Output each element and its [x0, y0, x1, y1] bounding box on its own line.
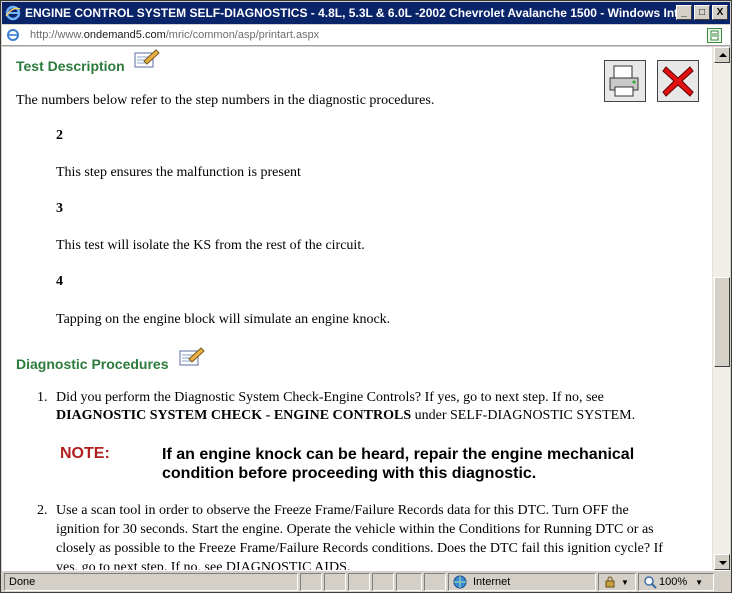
protected-mode-button[interactable]: ▼ — [598, 573, 636, 591]
scroll-thumb[interactable] — [714, 277, 730, 367]
maximize-button[interactable]: □ — [694, 5, 710, 20]
vertical-scrollbar[interactable] — [712, 47, 730, 570]
zoom-control[interactable]: 100% ▼ — [638, 573, 714, 591]
browser-window: ENGINE CONTROL SYSTEM SELF-DIAGNOSTICS -… — [0, 0, 732, 593]
chevron-down-icon: ▼ — [621, 577, 629, 587]
procedure-number: 2. — [37, 503, 48, 518]
status-panel — [324, 573, 346, 591]
note-text: condition before proceeding with this di… — [162, 465, 537, 482]
zone-label: Internet — [473, 576, 511, 588]
close-button[interactable]: X — [712, 5, 728, 20]
lock-icon — [603, 575, 617, 589]
window-title: ENGINE CONTROL SYSTEM SELF-DIAGNOSTICS -… — [25, 6, 687, 20]
zoom-icon — [643, 575, 657, 589]
printer-icon[interactable] — [604, 60, 646, 102]
procedure-text: closely as possible to the Freeze Frame/… — [56, 541, 663, 556]
page-content: Test Description The numbers below refer… — [2, 47, 712, 570]
title-bar[interactable]: ENGINE CONTROL SYSTEM SELF-DIAGNOSTICS -… — [2, 2, 730, 24]
chevron-down-icon: ▼ — [695, 577, 704, 587]
step-text: This step ensures the malfunction is pre… — [56, 165, 301, 180]
notepad-pencil-icon — [179, 345, 205, 367]
procedure-text: Use a scan tool in order to observe the … — [56, 503, 629, 518]
note-label: NOTE: — [60, 445, 110, 462]
status-panel — [372, 573, 394, 591]
zoom-level: 100% — [659, 576, 688, 588]
status-panel — [424, 573, 446, 591]
step-text: Tapping on the engine block will simulat… — [56, 312, 391, 327]
procedure-number: 1. — [37, 390, 48, 405]
address-bar[interactable]: http://www.ondemand5.com/mric/common/asp… — [2, 25, 730, 46]
scroll-down-button[interactable] — [714, 554, 730, 570]
globe-icon — [453, 575, 467, 589]
internet-explorer-icon — [5, 5, 21, 21]
procedure-text: ignition for 30 seconds. Start the engin… — [56, 522, 654, 537]
diagnostic-procedures-heading: Diagnostic Procedures — [16, 356, 169, 372]
procedure-text: DIAGNOSTIC SYSTEM CHECK - ENGINE CONTROL… — [56, 408, 636, 423]
url-text[interactable]: http://www.ondemand5.com/mric/common/asp… — [30, 29, 319, 41]
notepad-pencil-icon — [134, 47, 160, 69]
note-text: If an engine knock can be heard, repair … — [162, 446, 635, 463]
page-icon — [6, 28, 20, 42]
status-panel — [396, 573, 422, 591]
minimize-button[interactable]: _ — [676, 5, 692, 20]
security-zone[interactable]: Internet — [448, 573, 596, 591]
status-text: Done — [4, 573, 298, 591]
status-panel — [348, 573, 370, 591]
step-number: 2 — [56, 128, 63, 143]
test-description-intro: The numbers below refer to the step numb… — [16, 93, 435, 108]
scroll-up-button[interactable] — [714, 47, 730, 63]
procedure-reference[interactable]: DIAGNOSTIC SYSTEM CHECK - ENGINE CONTROL… — [56, 408, 411, 423]
status-panel — [300, 573, 322, 591]
status-bar: Done Internet ▼ 100% ▼ — [2, 570, 730, 592]
procedure-text: Did you perform the Diagnostic System Ch… — [56, 390, 604, 405]
step-text: This test will isolate the KS from the r… — [56, 238, 365, 253]
step-number: 3 — [56, 201, 63, 216]
step-number: 4 — [56, 274, 63, 289]
page-tools-icon[interactable] — [707, 28, 722, 43]
procedure-text: yes, go to next step. If no, see DIAGNOS… — [56, 560, 351, 570]
test-description-heading: Test Description — [16, 58, 125, 74]
red-x-close-icon[interactable] — [657, 60, 699, 102]
